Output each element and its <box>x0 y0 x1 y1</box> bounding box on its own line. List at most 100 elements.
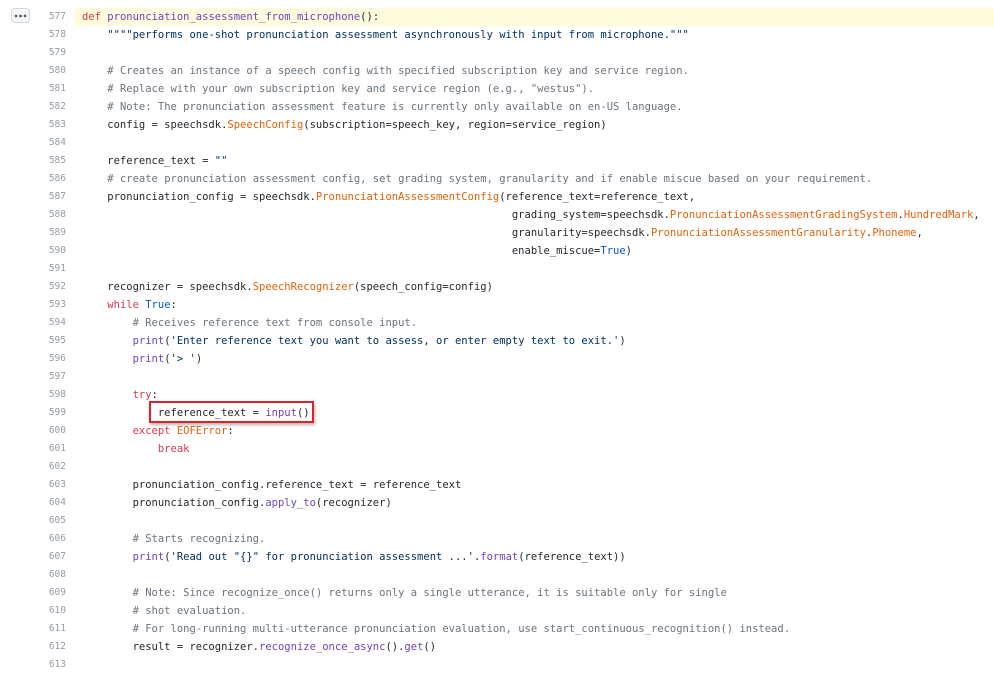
code-token: (subscription=speech_key, region=service… <box>303 119 607 131</box>
code-text: # For long-running multi-utterance pronu… <box>74 620 994 638</box>
annotation-highlight-box <box>149 401 314 423</box>
line-number[interactable]: 601 <box>36 440 66 458</box>
line-number[interactable]: 593 <box>36 296 66 314</box>
line-number[interactable]: 608 <box>36 566 66 584</box>
code-token: True <box>600 245 626 257</box>
code-line: 603 pronunciation_config.reference_text … <box>0 476 994 494</box>
line-number[interactable]: 603 <box>36 476 66 494</box>
line-number[interactable]: 611 <box>36 620 66 638</box>
line-number[interactable]: 582 <box>36 98 66 116</box>
code-line: 578 """"performs one-shot pronunciation … <box>0 26 994 44</box>
code-token: def <box>82 11 108 23</box>
line-number[interactable]: 592 <box>36 278 66 296</box>
code-line: 613 <box>0 656 994 674</box>
line-number[interactable]: 581 <box>36 80 66 98</box>
line-number[interactable]: 577 <box>36 8 66 26</box>
code-line: 594 # Receives reference text from conso… <box>0 314 994 332</box>
code-text: reference_text = "" <box>74 152 994 170</box>
line-number[interactable]: 606 <box>36 530 66 548</box>
line-number[interactable]: 613 <box>36 656 66 674</box>
line-number[interactable]: 579 <box>36 44 66 62</box>
code-token: (reference_text)) <box>518 551 626 563</box>
code-token: # For long-running multi-utterance pronu… <box>132 623 791 635</box>
code-token: config = speechsdk. <box>82 119 228 131</box>
line-actions-button[interactable] <box>11 8 30 23</box>
code-token: (speech_config=config) <box>353 281 493 293</box>
line-number[interactable]: 599 <box>36 404 66 422</box>
code-text: pronunciation_config.apply_to(recognizer… <box>74 494 994 512</box>
line-number[interactable]: 580 <box>36 62 66 80</box>
line-number[interactable]: 607 <box>36 548 66 566</box>
line-number[interactable]: 588 <box>36 206 66 224</box>
code-table: 577 def pronunciation_assessment_from_mic… <box>0 8 994 674</box>
code-text: break <box>74 440 994 458</box>
code-token: """"performs one-shot pronunciation asse… <box>107 29 689 41</box>
code-token: # shot evaluation. <box>132 605 247 617</box>
code-token: (reference_text=reference_text, <box>499 191 696 203</box>
line-number[interactable]: 578 <box>36 26 66 44</box>
code-token: 'Enter reference text you want to assess… <box>170 335 620 347</box>
code-token: print <box>132 353 165 365</box>
line-number[interactable]: 583 <box>36 116 66 134</box>
line-number[interactable]: 587 <box>36 188 66 206</box>
line-number[interactable]: 602 <box>36 458 66 476</box>
line-number[interactable]: 586 <box>36 170 66 188</box>
code-token: # Starts recognizing. <box>132 533 266 545</box>
code-line: 591 <box>0 260 994 278</box>
code-token: pronunciation_config.reference_text = re… <box>82 479 462 491</box>
code-text: def pronunciation_assessment_from_microp… <box>74 8 994 26</box>
line-number[interactable]: 585 <box>36 152 66 170</box>
code-token: PronunciationAssessmentGranularity <box>650 227 866 239</box>
code-line: 600 except EOFError: <box>0 422 994 440</box>
code-line: 605 <box>0 512 994 530</box>
line-number[interactable]: 605 <box>36 512 66 530</box>
code-text: # create pronunciation assessment config… <box>74 170 994 188</box>
code-token: grading_system=speechsdk. <box>82 209 670 221</box>
line-number[interactable]: 591 <box>36 260 66 278</box>
line-number[interactable]: 600 <box>36 422 66 440</box>
code-text: recognizer = speechsdk.SpeechRecognizer(… <box>74 278 994 296</box>
code-token: recognize_once_async <box>259 641 386 653</box>
code-text: """"performs one-shot pronunciation asse… <box>74 26 994 44</box>
code-token: while <box>107 299 146 311</box>
code-token: "" <box>214 155 228 167</box>
line-number[interactable]: 598 <box>36 386 66 404</box>
code-text: enable_miscue=True) <box>74 242 994 260</box>
line-number[interactable]: 590 <box>36 242 66 260</box>
code-text: except EOFError: <box>74 422 994 440</box>
line-number[interactable]: 597 <box>36 368 66 386</box>
code-text: pronunciation_config = speechsdk.Pronunc… <box>74 188 994 206</box>
line-number[interactable]: 595 <box>36 332 66 350</box>
line-number[interactable]: 612 <box>36 638 66 656</box>
code-token: 'Read out "{}" for pronunciation assessm… <box>170 551 474 563</box>
code-line: 582 # Note: The pronunciation assessment… <box>0 98 994 116</box>
line-number[interactable]: 589 <box>36 224 66 242</box>
line-number[interactable]: 609 <box>36 584 66 602</box>
line-number[interactable]: 604 <box>36 494 66 512</box>
code-token: (): <box>360 11 380 23</box>
code-line: 611 # For long-running multi-utterance p… <box>0 620 994 638</box>
line-number[interactable]: 596 <box>36 350 66 368</box>
code-text: print('Enter reference text you want to … <box>74 332 994 350</box>
line-number[interactable]: 610 <box>36 602 66 620</box>
code-token: # Receives reference text from console i… <box>132 317 418 329</box>
line-number[interactable]: 584 <box>36 134 66 152</box>
code-token: # Replace with your own subscription key… <box>107 83 595 95</box>
code-token: ) <box>195 353 203 365</box>
code-token: ) <box>619 335 626 347</box>
line-number[interactable]: 594 <box>36 314 66 332</box>
